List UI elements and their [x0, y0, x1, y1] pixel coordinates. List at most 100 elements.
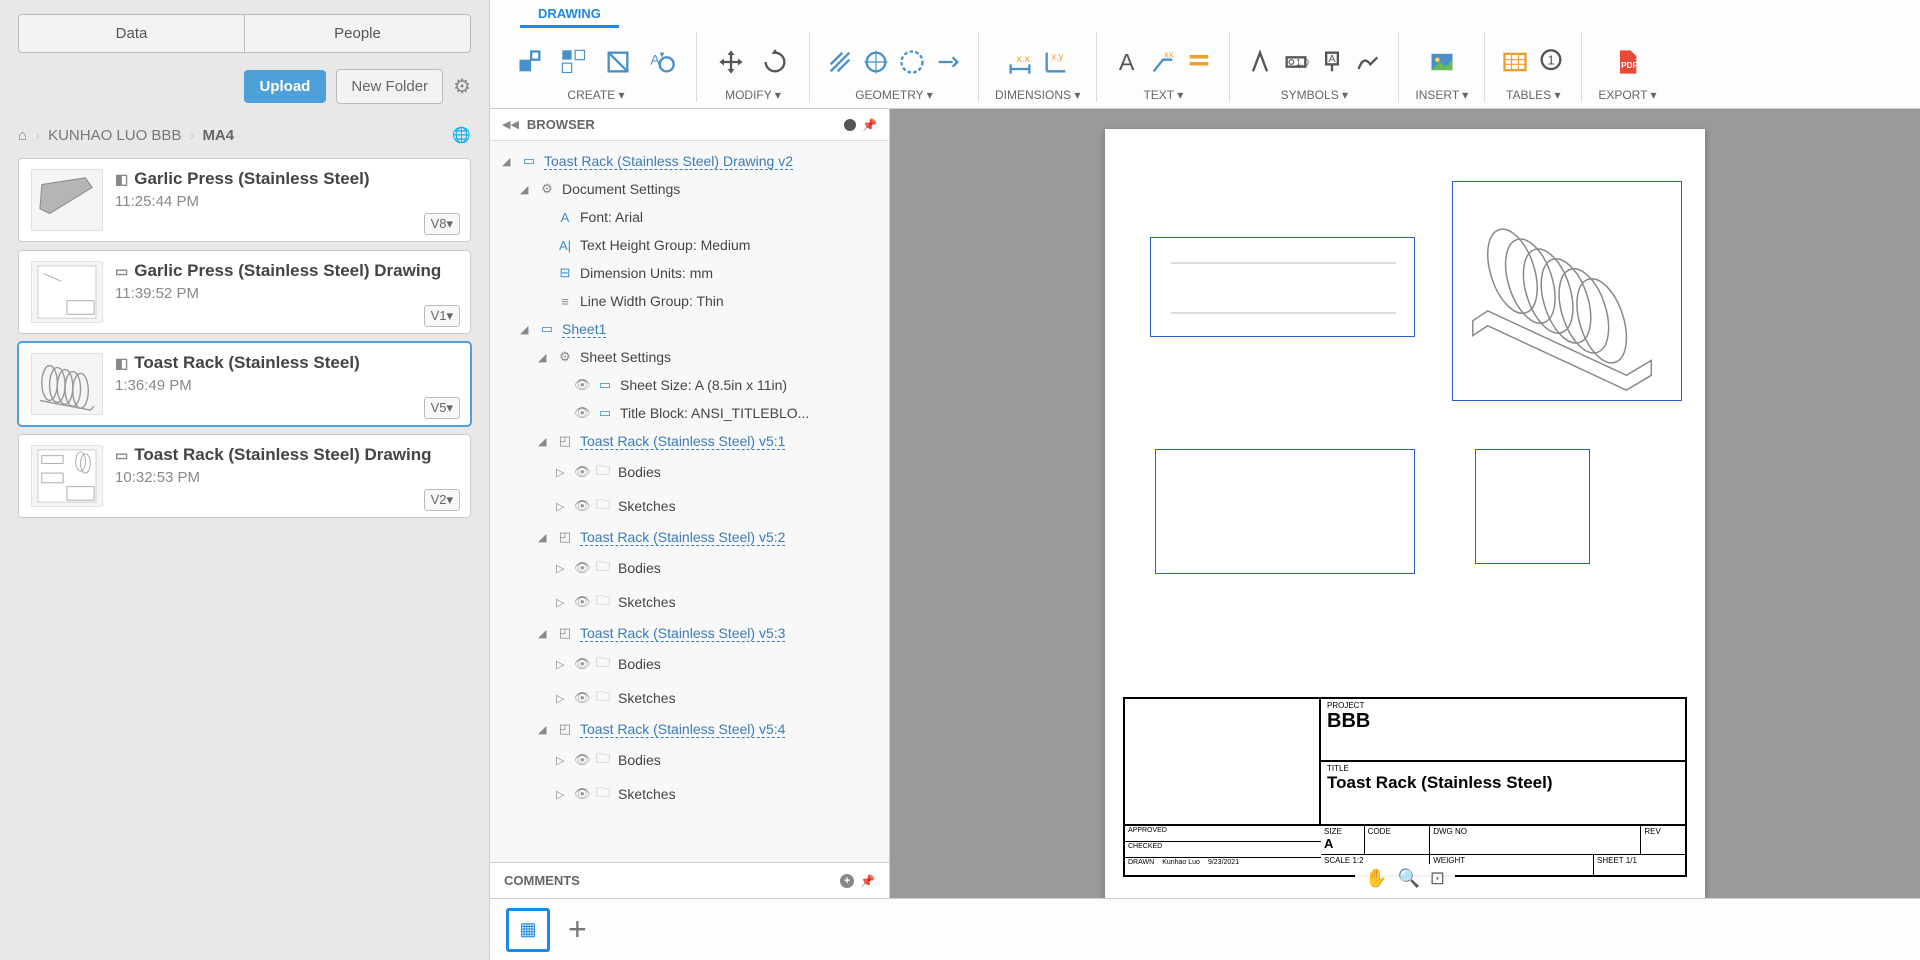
- expand-icon[interactable]: ▷: [556, 658, 568, 671]
- tree-doc-settings[interactable]: ◢ ⚙ Document Settings: [498, 175, 881, 203]
- text-icon[interactable]: A: [1113, 44, 1141, 80]
- eye-icon[interactable]: 👁: [574, 752, 590, 768]
- leader-icon[interactable]: xx: [1149, 44, 1177, 80]
- expand-icon[interactable]: ▷: [556, 466, 568, 479]
- gear-icon[interactable]: ⚙: [453, 74, 471, 99]
- ordinate-icon[interactable]: x,y: [1042, 44, 1070, 80]
- centerline-icon[interactable]: [898, 44, 926, 80]
- expand-icon[interactable]: ◢: [538, 531, 550, 544]
- tree-sheet-settings[interactable]: ◢ ⚙ Sheet Settings: [498, 343, 881, 371]
- rotate-icon[interactable]: [757, 44, 793, 80]
- drawing-view-1[interactable]: [1150, 237, 1415, 337]
- eye-icon[interactable]: 👁: [574, 498, 590, 514]
- drawing-canvas[interactable]: PROJECT BBB TITLE Toast Rack (Stainless …: [890, 109, 1920, 898]
- crumb-project[interactable]: KUNHAO LUO BBB: [48, 127, 181, 144]
- expand-icon[interactable]: ▷: [556, 754, 568, 767]
- tree-sketches[interactable]: ▷ 👁🗀 Sketches: [498, 489, 881, 523]
- datum-icon[interactable]: A: [1318, 44, 1346, 80]
- expand-icon[interactable]: ▷: [556, 596, 568, 609]
- detail-view-icon[interactable]: A: [644, 44, 680, 80]
- tree-textheight[interactable]: A| Text Height Group: Medium: [498, 231, 881, 259]
- base-view-icon[interactable]: [512, 44, 548, 80]
- tree-bodies[interactable]: ▷ 👁🗀 Bodies: [498, 455, 881, 489]
- eye-icon[interactable]: 👁: [574, 690, 590, 706]
- tree-component[interactable]: ◢ ◰ Toast Rack (Stainless Steel) v5:2: [498, 523, 881, 551]
- add-comment-icon[interactable]: +: [840, 874, 854, 888]
- collapse-icon[interactable]: ◀◀: [502, 118, 519, 131]
- drawing-sheet[interactable]: PROJECT BBB TITLE Toast Rack (Stainless …: [1105, 129, 1705, 898]
- expand-icon[interactable]: ◢: [520, 323, 532, 336]
- tree-sketches[interactable]: ▷ 👁🗀 Sketches: [498, 777, 881, 811]
- pin-icon[interactable]: 📌: [862, 118, 877, 132]
- version-badge[interactable]: V5▾: [424, 397, 460, 419]
- expand-icon[interactable]: ▷: [556, 562, 568, 575]
- home-icon[interactable]: ⌂: [18, 127, 27, 144]
- tab-data[interactable]: Data: [18, 14, 244, 53]
- tree-root[interactable]: ◢ ▭ Toast Rack (Stainless Steel) Drawing…: [498, 147, 881, 175]
- eye-icon[interactable]: 👁: [574, 786, 590, 802]
- eye-icon[interactable]: 👁: [574, 377, 590, 393]
- section-view-icon[interactable]: [600, 44, 636, 80]
- tree-sheetsize[interactable]: 👁▭ Sheet Size: A (8.5in x 11in): [498, 371, 881, 399]
- tree-bodies[interactable]: ▷ 👁🗀 Bodies: [498, 647, 881, 681]
- zoom-icon[interactable]: 🔍: [1397, 868, 1419, 889]
- eye-icon[interactable]: 👁: [574, 656, 590, 672]
- version-badge[interactable]: V1▾: [424, 305, 460, 327]
- upload-button[interactable]: Upload: [244, 70, 327, 103]
- options-icon[interactable]: [844, 119, 856, 131]
- note-icon[interactable]: [1185, 44, 1213, 80]
- tree-component[interactable]: ◢ ◰ Toast Rack (Stainless Steel) v5:3: [498, 619, 881, 647]
- tree-font[interactable]: A Font: Arial: [498, 203, 881, 231]
- drawing-view-3[interactable]: [1155, 449, 1415, 574]
- expand-icon[interactable]: ◢: [538, 351, 550, 364]
- expand-icon[interactable]: ◢: [538, 627, 550, 640]
- file-card[interactable]: ▭Toast Rack (Stainless Steel) Drawing 10…: [18, 434, 471, 518]
- tab-people[interactable]: People: [244, 14, 471, 53]
- dimension-icon[interactable]: x.x: [1006, 44, 1034, 80]
- image-icon[interactable]: [1424, 44, 1460, 80]
- version-badge[interactable]: V8▾: [424, 213, 460, 235]
- zoom-fit-icon[interactable]: ⊡: [1430, 868, 1445, 889]
- feature-control-icon[interactable]: 1.0: [1282, 44, 1310, 80]
- comments-panel[interactable]: COMMENTS + 📌: [490, 862, 889, 898]
- add-sheet-button[interactable]: +: [568, 911, 587, 948]
- eye-icon[interactable]: 👁: [574, 405, 590, 421]
- tree-sheet[interactable]: ◢ ▭ Sheet1: [498, 315, 881, 343]
- sheet-thumbnail[interactable]: ▦: [506, 908, 550, 952]
- tree-component[interactable]: ◢ ◰ Toast Rack (Stainless Steel) v5:4: [498, 715, 881, 743]
- tree-bodies[interactable]: ▷ 👁🗀 Bodies: [498, 743, 881, 777]
- tree-sketches[interactable]: ▷ 👁🗀 Sketches: [498, 681, 881, 715]
- eye-icon[interactable]: 👁: [574, 594, 590, 610]
- expand-icon[interactable]: ◢: [538, 435, 550, 448]
- eye-icon[interactable]: 👁: [574, 464, 590, 480]
- file-card[interactable]: ◧Toast Rack (Stainless Steel) 1:36:49 PM…: [18, 342, 471, 426]
- globe-icon[interactable]: 🌐: [452, 126, 471, 144]
- tree-linewidth[interactable]: ≡ Line Width Group: Thin: [498, 287, 881, 315]
- file-card[interactable]: ◧Garlic Press (Stainless Steel) 11:25:44…: [18, 158, 471, 242]
- title-block[interactable]: PROJECT BBB TITLE Toast Rack (Stainless …: [1123, 697, 1687, 877]
- drawing-view-iso[interactable]: [1452, 181, 1682, 401]
- hatch-icon[interactable]: [826, 44, 854, 80]
- crumb-folder[interactable]: MA4: [202, 127, 234, 144]
- tree-bodies[interactable]: ▷ 👁🗀 Bodies: [498, 551, 881, 585]
- tree-component[interactable]: ◢ ◰ Toast Rack (Stainless Steel) v5:1: [498, 427, 881, 455]
- expand-icon[interactable]: ▷: [556, 692, 568, 705]
- surface-icon[interactable]: [1246, 44, 1274, 80]
- drawing-view-4[interactable]: [1475, 449, 1590, 564]
- eye-icon[interactable]: 👁: [574, 560, 590, 576]
- tree-dimunits[interactable]: ⊟ Dimension Units: mm: [498, 259, 881, 287]
- expand-icon[interactable]: ▷: [556, 788, 568, 801]
- move-icon[interactable]: [713, 44, 749, 80]
- pin-icon[interactable]: 📌: [860, 874, 875, 888]
- pdf-icon[interactable]: PDF: [1609, 44, 1645, 80]
- weld-icon[interactable]: [1354, 44, 1382, 80]
- expand-icon[interactable]: ◢: [538, 723, 550, 736]
- edge-extend-icon[interactable]: [934, 44, 962, 80]
- expand-icon[interactable]: ▷: [556, 500, 568, 513]
- expand-icon[interactable]: ◢: [502, 155, 514, 168]
- tree-titleblock[interactable]: 👁▭ Title Block: ANSI_TITLEBLO...: [498, 399, 881, 427]
- file-card[interactable]: ▭Garlic Press (Stainless Steel) Drawing …: [18, 250, 471, 334]
- balloon-icon[interactable]: 1: [1537, 44, 1565, 80]
- projected-view-icon[interactable]: [556, 44, 592, 80]
- tree-sketches[interactable]: ▷ 👁🗀 Sketches: [498, 585, 881, 619]
